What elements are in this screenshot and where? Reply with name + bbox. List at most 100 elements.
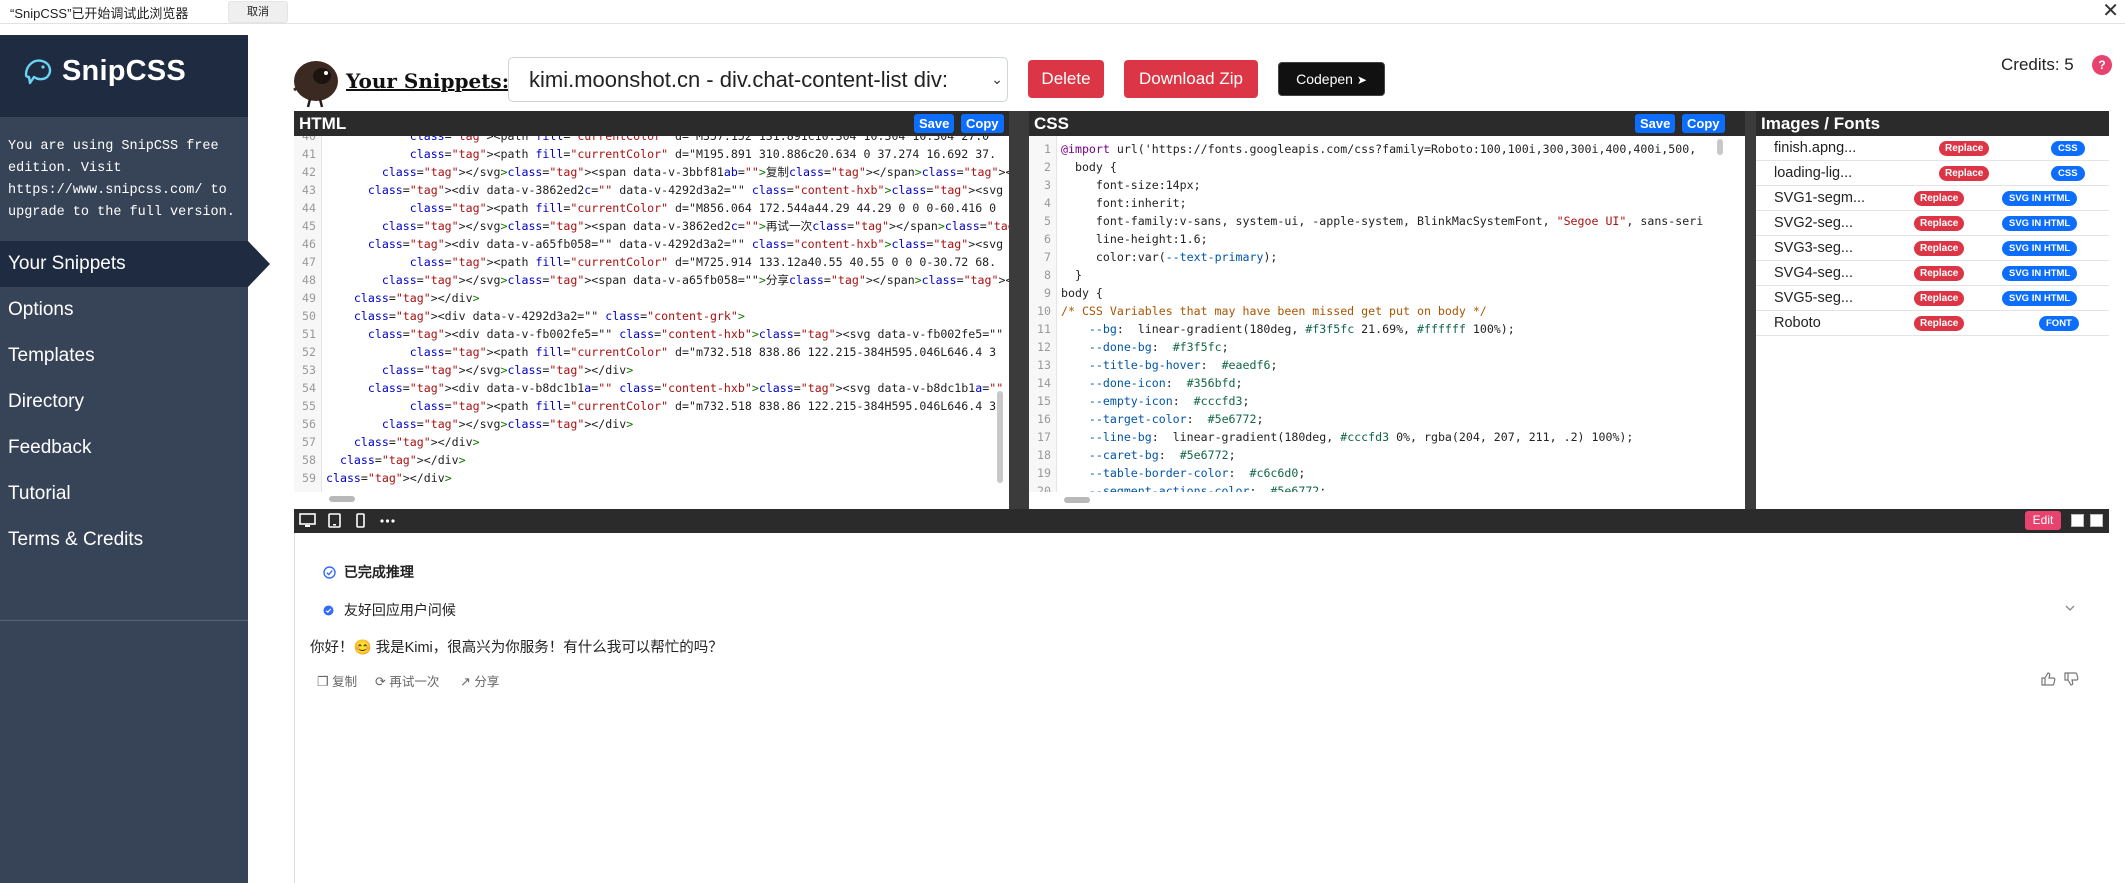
sidebar-item-feedback[interactable]: Feedback [0,425,248,471]
css-code-editor[interactable]: 1 @import url('https://fonts.googleapis.c… [1029,136,1715,492]
sidebar-item-directory[interactable]: Directory [0,379,248,425]
code-text: class="tag"><path fill="currentColor" d=… [409,345,997,359]
thumbs-down-icon[interactable] [2063,671,2079,687]
delete-button[interactable]: Delete [1028,60,1104,98]
thumbs-up-icon[interactable] [2040,671,2056,687]
replace-button[interactable]: Replace [1939,166,1990,181]
tablet-icon[interactable] [326,513,343,528]
debugger-banner: “SnipCSS”已开始调试此浏览器 取消 ✕ [0,0,2125,24]
layout-toggle-icon[interactable] [2071,514,2084,527]
free-edition-notice: You are using SnipCSS free edition. Visi… [8,139,235,220]
code-text: class="tag"></div> [353,435,480,449]
code-line: 2 body { [1029,158,1117,176]
cancel-debug-button[interactable]: 取消 [228,1,288,23]
sidebar-item-label: Templates [8,345,95,366]
asset-type-badge: FONT [2039,316,2079,331]
line-number: 18 [1037,448,1051,462]
code-line: 13 --title-bg-hover: #eaedf6; [1029,356,1277,374]
line-number: 7 [1044,250,1051,264]
html-code-editor[interactable]: 40 class="tag"><path fill="currentColor"… [294,136,1009,492]
asset-type-badge: CSS [2051,166,2085,181]
sidebar-item-your-snippets[interactable]: Your Snippets [0,241,270,287]
code-text: class="tag"></div> [339,453,466,467]
code-text: class="tag"></svg>class="tag"></div> [381,363,634,377]
code-text: --target-color: #5e6772; [1088,412,1264,426]
line-number: 53 [302,363,316,377]
code-line: 19 --table-border-color: #c6c6d0; [1029,464,1305,482]
replace-button[interactable]: Replace [1914,291,1965,306]
code-line: 14 --done-icon: #356bfd; [1029,374,1242,392]
code-line: 1 @import url('https://fonts.googleapis.c… [1029,140,1696,158]
reasoning-step[interactable]: 友好回应用户问候 [323,600,456,620]
html-save-button[interactable]: Save [914,114,955,133]
asset-type-badge: SVG IN HTML [2002,216,2078,231]
css-save-button[interactable]: Save [1635,114,1676,133]
layout-toggle-icon[interactable] [2090,514,2103,527]
retry-action[interactable]: ⟳ 再试一次 [375,671,439,690]
code-line: 40 class="tag"><path fill="currentColor"… [294,136,989,145]
css-copy-button[interactable]: Copy [1682,114,1725,133]
download-zip-button[interactable]: Download Zip [1124,60,1258,98]
replace-button[interactable]: Replace [1914,191,1965,206]
code-text: class="tag"><div data-v-3862ed2c="" data… [367,183,1004,197]
asset-name: finish.apng... [1774,140,1857,156]
html-panel-header: HTML Save Copy [294,111,1009,136]
code-text: --table-border-color: #c6c6d0; [1088,466,1306,480]
code-text: body { [1061,160,1117,174]
sidebar-item-terms-credits[interactable]: Terms & Credits [0,517,248,563]
code-line: 17 --line-bg: linear-gradient(180deg, #c… [1029,428,1633,446]
line-number: 40 [302,136,316,143]
asset-row: loading-lig... Replace CSS [1756,161,2109,186]
css-panel-title: CSS [1034,114,1069,133]
edit-button[interactable]: Edit [2025,511,2061,530]
code-text: font-family:v-sans, system-ui, -apple-sy… [1061,214,1704,228]
brand-name: SnipCSS [62,55,186,87]
line-number: 41 [302,147,316,161]
sidebar-item-tutorial[interactable]: Tutorial [0,471,248,517]
refresh-icon: ⟳ [375,674,386,689]
replace-button[interactable]: Replace [1914,266,1965,281]
code-text: class="tag"></div> [353,291,480,305]
help-icon[interactable]: ? [2092,55,2112,75]
code-line: 48 class="tag"></svg>class="tag"><span d… [294,271,1009,289]
sidebar-item-templates[interactable]: Templates [0,333,248,379]
mobile-icon[interactable] [352,513,369,528]
line-number: 59 [302,471,316,485]
snippet-select[interactable]: kimi.moonshot.cn - div.chat-content-list… [508,57,1008,102]
code-line: 43 class="tag"><div data-v-3862ed2c="" d… [294,181,1009,199]
sidebar-item-options[interactable]: Options [0,287,248,333]
code-line: 15 --empty-icon: #cccfd3; [1029,392,1249,410]
line-number: 52 [302,345,316,359]
css-horizontal-scrollbar[interactable] [1064,497,1090,503]
line-number: 45 [302,219,316,233]
more-icon[interactable] [379,513,396,528]
chevron-down-icon[interactable] [2065,605,2075,612]
html-horizontal-scrollbar[interactable] [329,496,355,502]
replace-button[interactable]: Replace [1914,316,1965,331]
code-line: 16 --target-color: #5e6772; [1029,410,1263,428]
css-vertical-scrollbar[interactable] [1717,139,1723,155]
html-copy-button[interactable]: Copy [961,114,1004,133]
replace-button[interactable]: Replace [1914,216,1965,231]
code-line: 56 class="tag"></svg>class="tag"></div> [294,415,633,433]
replace-button[interactable]: Replace [1939,141,1990,156]
code-line: 11 --bg: linear-gradient(180deg, #f3f5fc… [1029,320,1515,338]
html-vertical-scrollbar[interactable] [997,391,1003,483]
code-text: class="tag"><div data-v-4292d3a2="" clas… [353,309,745,323]
code-line: 18 --caret-bg: #5e6772; [1029,446,1236,464]
share-icon: ↗ [460,674,471,689]
asset-name: SVG1-segm... [1774,190,1866,206]
line-number: 58 [302,453,316,467]
asset-type-badge: SVG IN HTML [2002,191,2078,206]
replace-button[interactable]: Replace [1914,241,1965,256]
code-line: 3 font-size:14px; [1029,176,1201,194]
desktop-icon[interactable] [299,513,316,528]
codepen-button[interactable]: Codepen ➤ [1278,62,1385,96]
sidebar-item-label: Terms & Credits [8,529,144,550]
line-number: 14 [1037,376,1051,390]
close-banner-icon[interactable]: ✕ [2102,0,2119,22]
share-action[interactable]: ↗ 分享 [460,671,499,690]
line-number: 55 [302,399,316,413]
copy-action[interactable]: ❐ 复制 [317,671,357,690]
asset-row: finish.apng... Replace CSS [1756,136,2109,161]
